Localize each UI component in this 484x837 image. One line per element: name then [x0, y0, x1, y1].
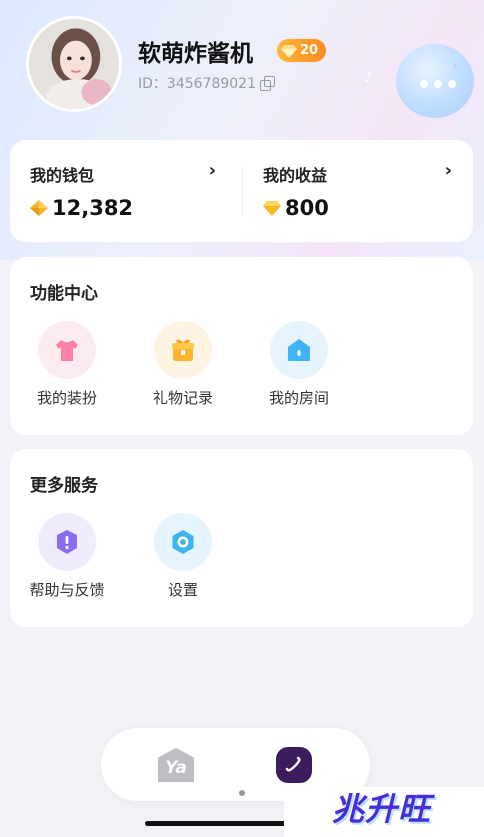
- section-title: 功能中心: [30, 284, 98, 304]
- more-services-card: 更多服务 帮助与反馈 设置: [10, 449, 473, 627]
- grid-item-gift-records[interactable]: 礼物记录: [127, 321, 237, 411]
- nickname: 软萌炸酱机: [138, 41, 253, 67]
- shirt-icon: [38, 321, 96, 379]
- tab-calls[interactable]: [271, 742, 317, 788]
- gift-icon: [154, 321, 212, 379]
- music-note-icon: ♪: [364, 70, 373, 86]
- grid-item-label: 礼物记录: [152, 389, 213, 407]
- my-earnings-entry[interactable]: 我的收益 › 800: [242, 140, 472, 242]
- my-wallet-entry[interactable]: 我的钱包 › 12,382: [10, 140, 240, 242]
- phone-icon: [276, 747, 312, 783]
- chevron-right-icon: ›: [208, 160, 216, 181]
- grid-item-settings[interactable]: 设置: [127, 513, 237, 603]
- grid-item-label: 设置: [167, 581, 198, 599]
- feature-center-card: 功能中心 我的装扮 礼物记录 我的房间: [10, 257, 473, 435]
- wallet-card: 我的钱包 › 12,382 我的收益 › 800: [10, 140, 473, 242]
- grid-item-help-feedback[interactable]: 帮助与反馈: [11, 513, 121, 603]
- earnings-amount: 800: [263, 196, 329, 220]
- watermark-logo: 兆升旺: [332, 790, 432, 828]
- tab-home-label: Ya: [165, 757, 187, 778]
- user-id: ID：3456789021: [138, 73, 275, 93]
- tab-home[interactable]: Ya: [153, 742, 199, 788]
- wallet-label: 我的钱包: [30, 166, 95, 185]
- page-indicator-dot: [239, 790, 245, 796]
- level-badge: 20: [277, 39, 327, 62]
- wallet-balance: 12,382: [30, 196, 133, 220]
- chevron-right-icon: ›: [444, 160, 452, 181]
- avatar[interactable]: [26, 16, 122, 112]
- level-value: 20: [300, 43, 319, 58]
- grid-item-label: 我的装扮: [36, 389, 97, 407]
- earnings-value: 800: [285, 196, 329, 220]
- home-ya-icon: Ya: [158, 748, 194, 782]
- diamond-icon: [263, 201, 281, 216]
- grid-item-my-room[interactable]: 我的房间: [243, 321, 353, 411]
- house-icon: [270, 321, 328, 379]
- user-id-text: ID：3456789021: [138, 76, 256, 92]
- grid-item-label: 我的房间: [268, 389, 329, 407]
- wallet-balance-value: 12,382: [52, 196, 134, 220]
- chevron-right-icon: ›: [452, 56, 459, 75]
- copy-icon[interactable]: [259, 76, 275, 91]
- chat-bubble-decoration-icon: [396, 44, 474, 118]
- earnings-label: 我的收益: [263, 166, 328, 185]
- grid-item-label: 帮助与反馈: [29, 581, 105, 599]
- section-title: 更多服务: [30, 476, 98, 496]
- grid-item-my-outfit[interactable]: 我的装扮: [11, 321, 121, 411]
- diamond-icon: [30, 200, 48, 216]
- diamond-icon: [281, 44, 297, 58]
- help-icon: [38, 513, 96, 571]
- settings-icon: [154, 513, 212, 571]
